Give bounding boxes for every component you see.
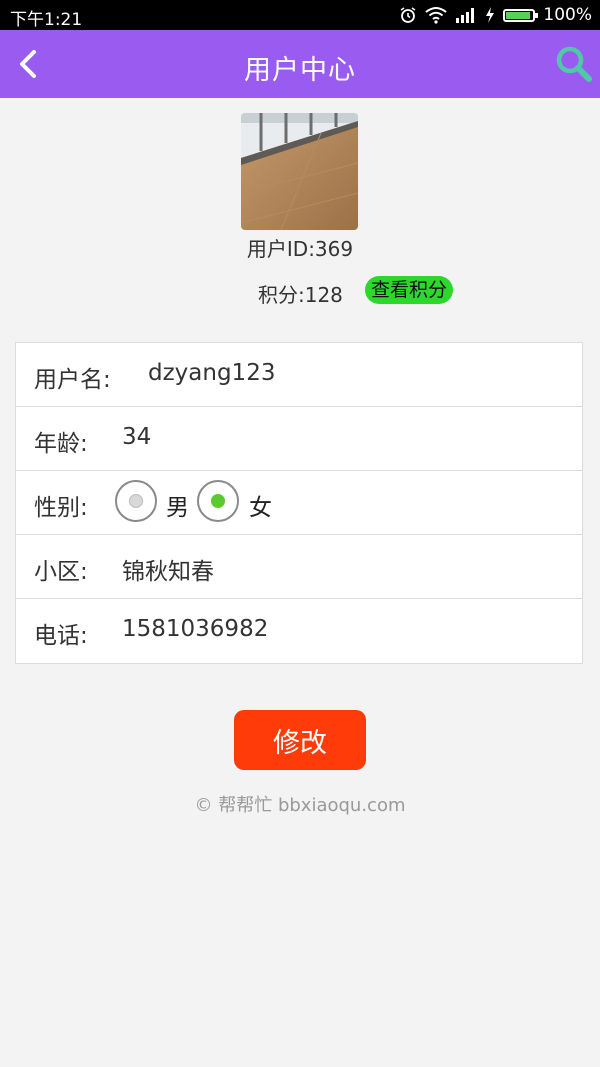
user-info-table: 用户名: dzyang123 年龄: 34 性别: 男 女 小区: 锦秋知春 电… [15, 342, 583, 664]
community-value: 锦秋知春 [122, 559, 214, 585]
gender-female-label[interactable]: 女 [249, 488, 272, 522]
status-icons: 100% [399, 4, 592, 26]
community-label: 小区: [34, 559, 88, 585]
gender-male-radio[interactable] [115, 480, 157, 522]
user-id: 用户ID:369 [246, 237, 354, 261]
age-value: 34 [122, 424, 152, 450]
gender-label: 性别: [34, 495, 88, 521]
search-icon[interactable] [554, 44, 594, 84]
view-points-button[interactable]: 查看积分 [365, 276, 453, 304]
footer-copyright: © 帮帮忙 bbxiaoqu.com [194, 795, 406, 816]
gender-female-radio[interactable] [197, 480, 239, 522]
status-bar: 下午1:21 100% [0, 0, 600, 30]
avatar-photo [241, 113, 358, 230]
page-title: 用户中心 [244, 55, 356, 86]
charging-icon [486, 7, 495, 23]
phone-label: 电话: [34, 623, 88, 649]
gender-row: 性别: 男 女 [16, 471, 582, 535]
points-value: 积分:128 [258, 283, 343, 307]
wifi-icon [425, 7, 448, 24]
battery-icon [503, 8, 539, 22]
signal-icon [456, 8, 475, 23]
username-value: dzyang123 [148, 360, 276, 386]
community-row: 小区: 锦秋知春 [16, 535, 582, 599]
age-label: 年龄: [34, 431, 88, 457]
phone-value: 1581036982 [122, 616, 269, 642]
phone-row: 电话: 1581036982 [16, 599, 582, 663]
battery-percent: 100% [543, 5, 592, 25]
age-row: 年龄: 34 [16, 407, 582, 471]
avatar[interactable] [241, 113, 358, 230]
status-time: 下午1:21 [10, 10, 83, 30]
username-row: 用户名: dzyang123 [16, 343, 582, 407]
username-label: 用户名: [34, 367, 111, 393]
alarm-icon [400, 7, 416, 23]
modify-button[interactable]: 修改 [234, 710, 366, 770]
gender-male-label[interactable]: 男 [166, 488, 189, 522]
header-bar: 用户中心 [0, 30, 600, 98]
